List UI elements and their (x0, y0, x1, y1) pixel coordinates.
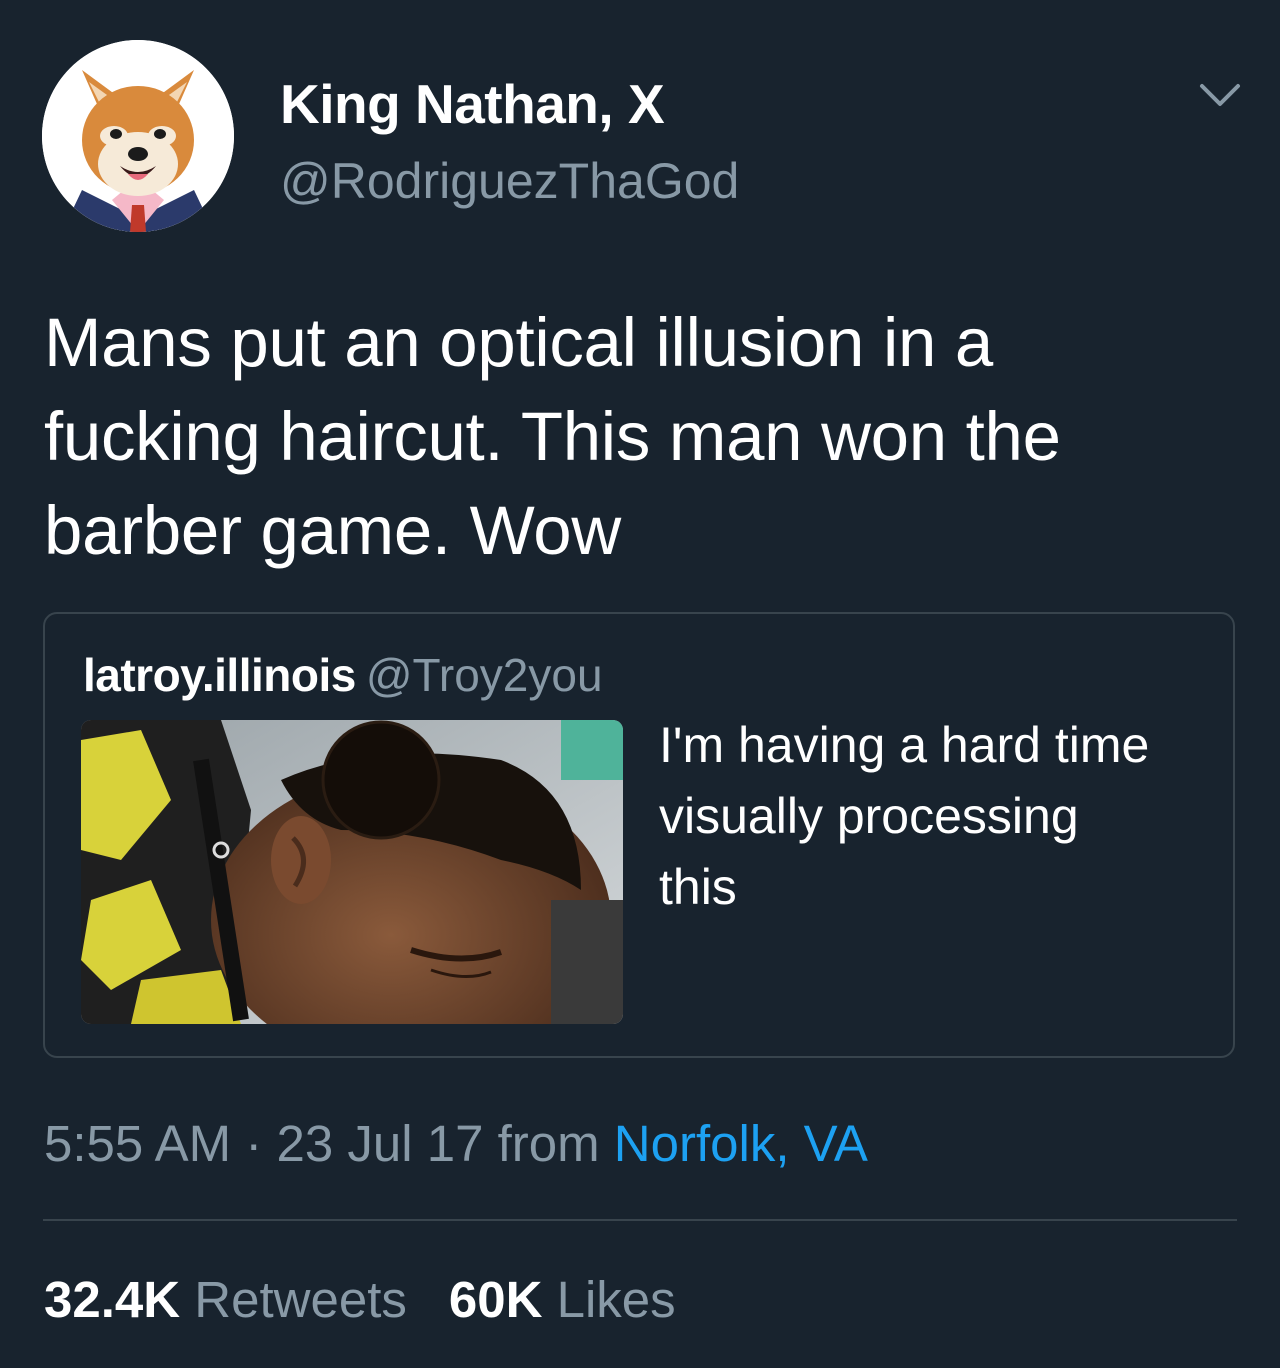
tweet-metadata: 5:55 AM · 23 Jul 17 from Norfolk, VA (44, 1114, 868, 1173)
tweet-location-link[interactable]: Norfolk, VA (614, 1115, 868, 1172)
quoted-tweet-card[interactable]: latroy.illinois @Troy2you I'm having a h… (43, 612, 1235, 1058)
likes-stat[interactable]: 60K Likes (449, 1271, 676, 1328)
chevron-down-icon[interactable] (1196, 78, 1244, 112)
display-name[interactable]: King Nathan, X (280, 72, 665, 136)
retweets-count: 32.4K (44, 1271, 181, 1328)
likes-label: Likes (556, 1271, 676, 1328)
from-label: from (497, 1115, 600, 1172)
tweet-text: Mans put an optical illusion in a fuckin… (44, 304, 1061, 569)
tweet-stats: 32.4K Retweets 60K Likes (44, 1270, 676, 1329)
quoted-display-name: latroy.illinois (83, 649, 356, 701)
quoted-tweet-text: I'm having a hard time visually processi… (659, 717, 1150, 915)
avatar[interactable] (42, 40, 234, 232)
divider (43, 1219, 1237, 1221)
tweet: King Nathan, X @RodriguezThaGod Mans put… (0, 0, 1280, 1368)
shiba-dog-avatar-icon (42, 40, 234, 232)
retweets-stat[interactable]: 32.4K Retweets (44, 1271, 407, 1328)
tweet-date: 23 Jul 17 (276, 1115, 484, 1172)
quoted-user-handle: @Troy2you (365, 649, 603, 701)
likes-count: 60K (448, 1271, 543, 1328)
tweet-time: 5:55 AM (44, 1115, 232, 1172)
quoted-tweet-image[interactable] (81, 720, 623, 1024)
haircut-photo-icon (81, 720, 623, 1024)
user-handle[interactable]: @RodriguezThaGod (280, 152, 739, 210)
retweets-label: Retweets (194, 1271, 407, 1328)
meta-separator: · (245, 1115, 263, 1172)
quoted-tweet-author: latroy.illinois @Troy2you (83, 648, 603, 702)
